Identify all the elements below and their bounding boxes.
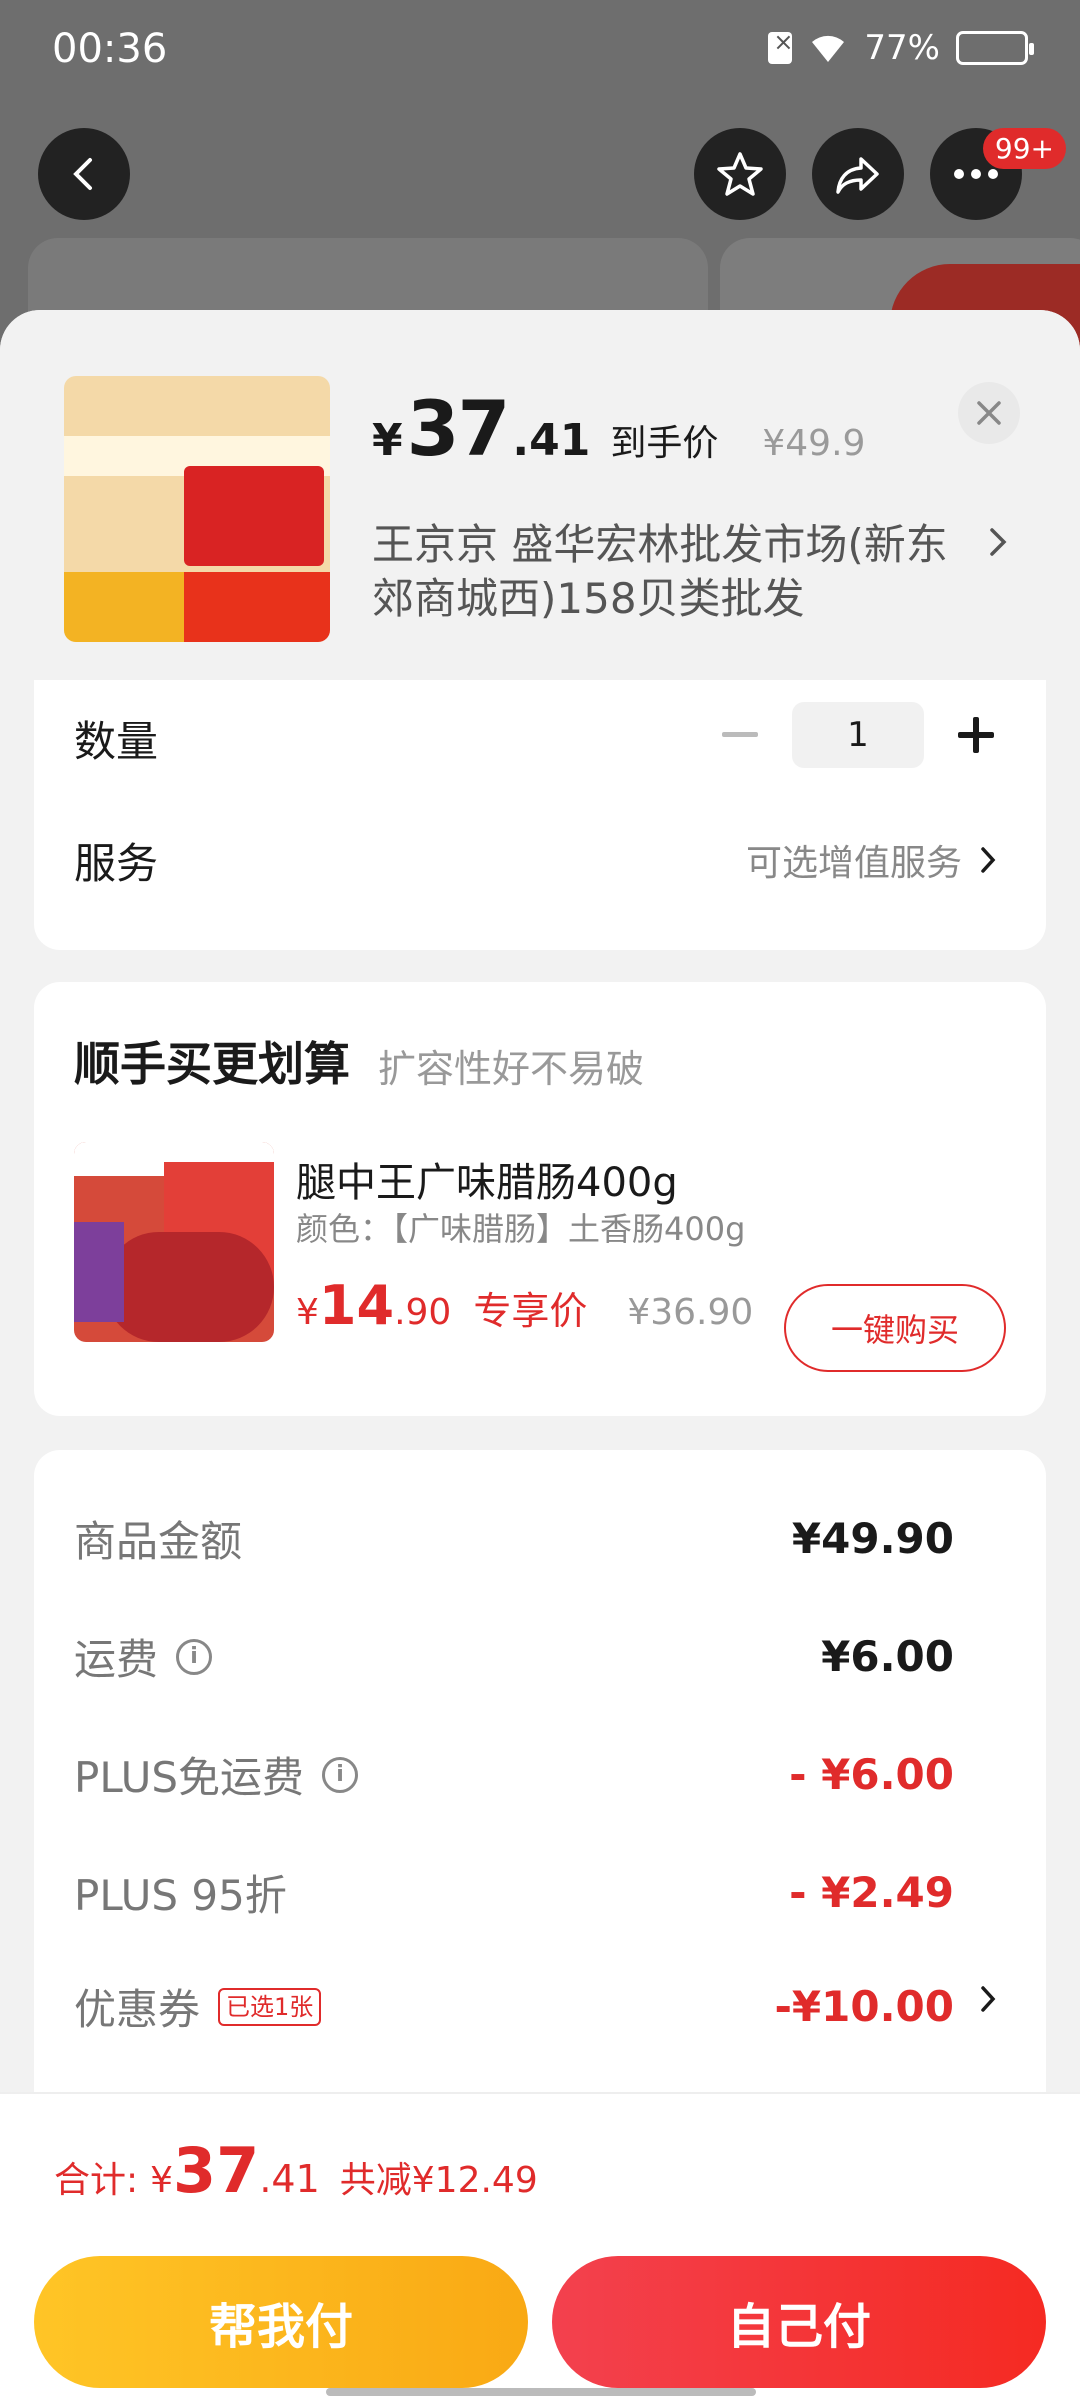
chevron-right-icon[interactable] [978, 1982, 998, 2016]
bundle-product-image[interactable] [74, 1142, 274, 1342]
increase-button[interactable] [946, 705, 1006, 765]
purchase-sheet: ¥ 37 .41 到手价 ¥49.9 王京京 盛华宏林批发市场(新东郊商城西)1… [0, 310, 1080, 2400]
share-icon [836, 157, 879, 194]
status-time: 00:36 [52, 26, 168, 72]
store-name[interactable]: 王京京 盛华宏林批发市场(新东郊商城西)158贝类批发 [372, 518, 972, 626]
info-icon[interactable]: i [176, 1638, 213, 1675]
back-button[interactable] [38, 128, 130, 220]
fee-row-goods: 商品金额 ¥49.90 [74, 1508, 954, 1569]
fee-label: PLUS免运费 [74, 1753, 305, 1802]
favorite-button[interactable] [694, 128, 786, 220]
close-icon [977, 401, 1001, 425]
fee-row-shipping: 运费 i ¥6.00 [74, 1626, 954, 1687]
sheet-header: ¥ 37 .41 到手价 ¥49.9 王京京 盛华宏林批发市场(新东郊商城西)1… [0, 310, 1080, 680]
service-value: 可选增值服务 [745, 843, 962, 884]
coupon-selected-chip: 已选1张 [218, 1987, 322, 2026]
bundle-title: 顺手买更划算 [74, 1037, 350, 1091]
minus-icon [722, 732, 758, 737]
options-card: 数量 1 服务 可选增值服务 [34, 680, 1046, 950]
chevron-right-icon [990, 528, 1007, 556]
wifi-icon [812, 35, 845, 62]
original-price: ¥49.9 [762, 423, 866, 464]
product-thumbnail[interactable] [64, 376, 330, 642]
exclusive-price-label: 专享价 [473, 1289, 588, 1333]
service-label: 服务 [74, 839, 159, 888]
fee-label: 商品金额 [74, 1517, 243, 1566]
fee-value: -¥10.00 [774, 1982, 954, 2031]
final-price: ¥ 37 .41 到手价 ¥49.9 [372, 384, 866, 473]
bundle-product-name[interactable]: 腿中王广味腊肠400g [296, 1150, 678, 1208]
chevron-right-icon [981, 847, 996, 873]
bundle-original-price: ¥36.90 [627, 1292, 754, 1333]
more-icon [954, 169, 998, 179]
fee-value: ¥6.00 [821, 1632, 954, 1681]
pay-myself-button[interactable]: 自己付 [552, 2256, 1046, 2388]
help-me-pay-button[interactable]: 帮我付 [34, 2256, 528, 2388]
home-indicator[interactable] [326, 2388, 756, 2396]
total-amount: 合计: ¥ 37 .41 共减¥12.49 [54, 2134, 538, 2207]
battery-percent: 77% [864, 28, 940, 68]
no-sim-icon [768, 28, 794, 64]
one-click-buy-button[interactable]: 一键购买 [784, 1284, 1006, 1372]
fee-value: - ¥6.00 [789, 1750, 954, 1799]
decrease-button[interactable] [710, 705, 770, 765]
fee-row-plus-discount: PLUS 95折 - ¥2.49 [74, 1862, 954, 1923]
fee-row-plus-free-shipping: PLUS免运费 i - ¥6.00 [74, 1744, 954, 1805]
fee-value: - ¥2.49 [789, 1868, 954, 1917]
close-button[interactable] [958, 382, 1020, 444]
info-icon[interactable]: i [322, 1756, 359, 1793]
bundle-product-price: ¥ 14 .90 专享价 ¥36.90 [296, 1274, 754, 1337]
fee-row-coupon[interactable]: 优惠券 已选1张 -¥10.00 [74, 1976, 954, 2037]
bundle-card: 顺手买更划算 扩容性好不易破 腿中王广味腊肠400g 颜色：【广味腊肠】土香肠4… [34, 982, 1046, 1416]
quantity-stepper: 1 [710, 702, 1006, 768]
fee-label: 运费 [74, 1635, 159, 1684]
star-icon [717, 152, 763, 196]
quantity-label: 数量 [74, 717, 159, 766]
status-bar: 00:36 77% [0, 0, 1080, 100]
final-price-label: 到手价 [610, 423, 719, 464]
bundle-product-spec: 颜色：【广味腊肠】土香肠400g [296, 1210, 746, 1248]
share-button[interactable] [812, 128, 904, 220]
total-saved: 共减¥12.49 [339, 2160, 538, 2201]
fee-label: 优惠券 [74, 1985, 201, 2034]
plus-icon [958, 717, 994, 753]
top-nav [0, 128, 1080, 220]
status-icons: 77% [768, 28, 1034, 68]
fee-label: PLUS 95折 [74, 1871, 287, 1920]
chevron-left-icon [73, 158, 92, 190]
fee-value: ¥49.90 [791, 1514, 954, 1563]
bundle-subtitle: 扩容性好不易破 [378, 1047, 645, 1091]
service-selector[interactable]: 可选增值服务 [746, 834, 998, 886]
battery-icon [956, 31, 1034, 65]
notification-badge: 99+ [982, 128, 1066, 169]
checkout-bar: 合计: ¥ 37 .41 共减¥12.49 帮我付 自己付 [0, 2092, 1080, 2400]
quantity-input[interactable]: 1 [792, 702, 924, 768]
